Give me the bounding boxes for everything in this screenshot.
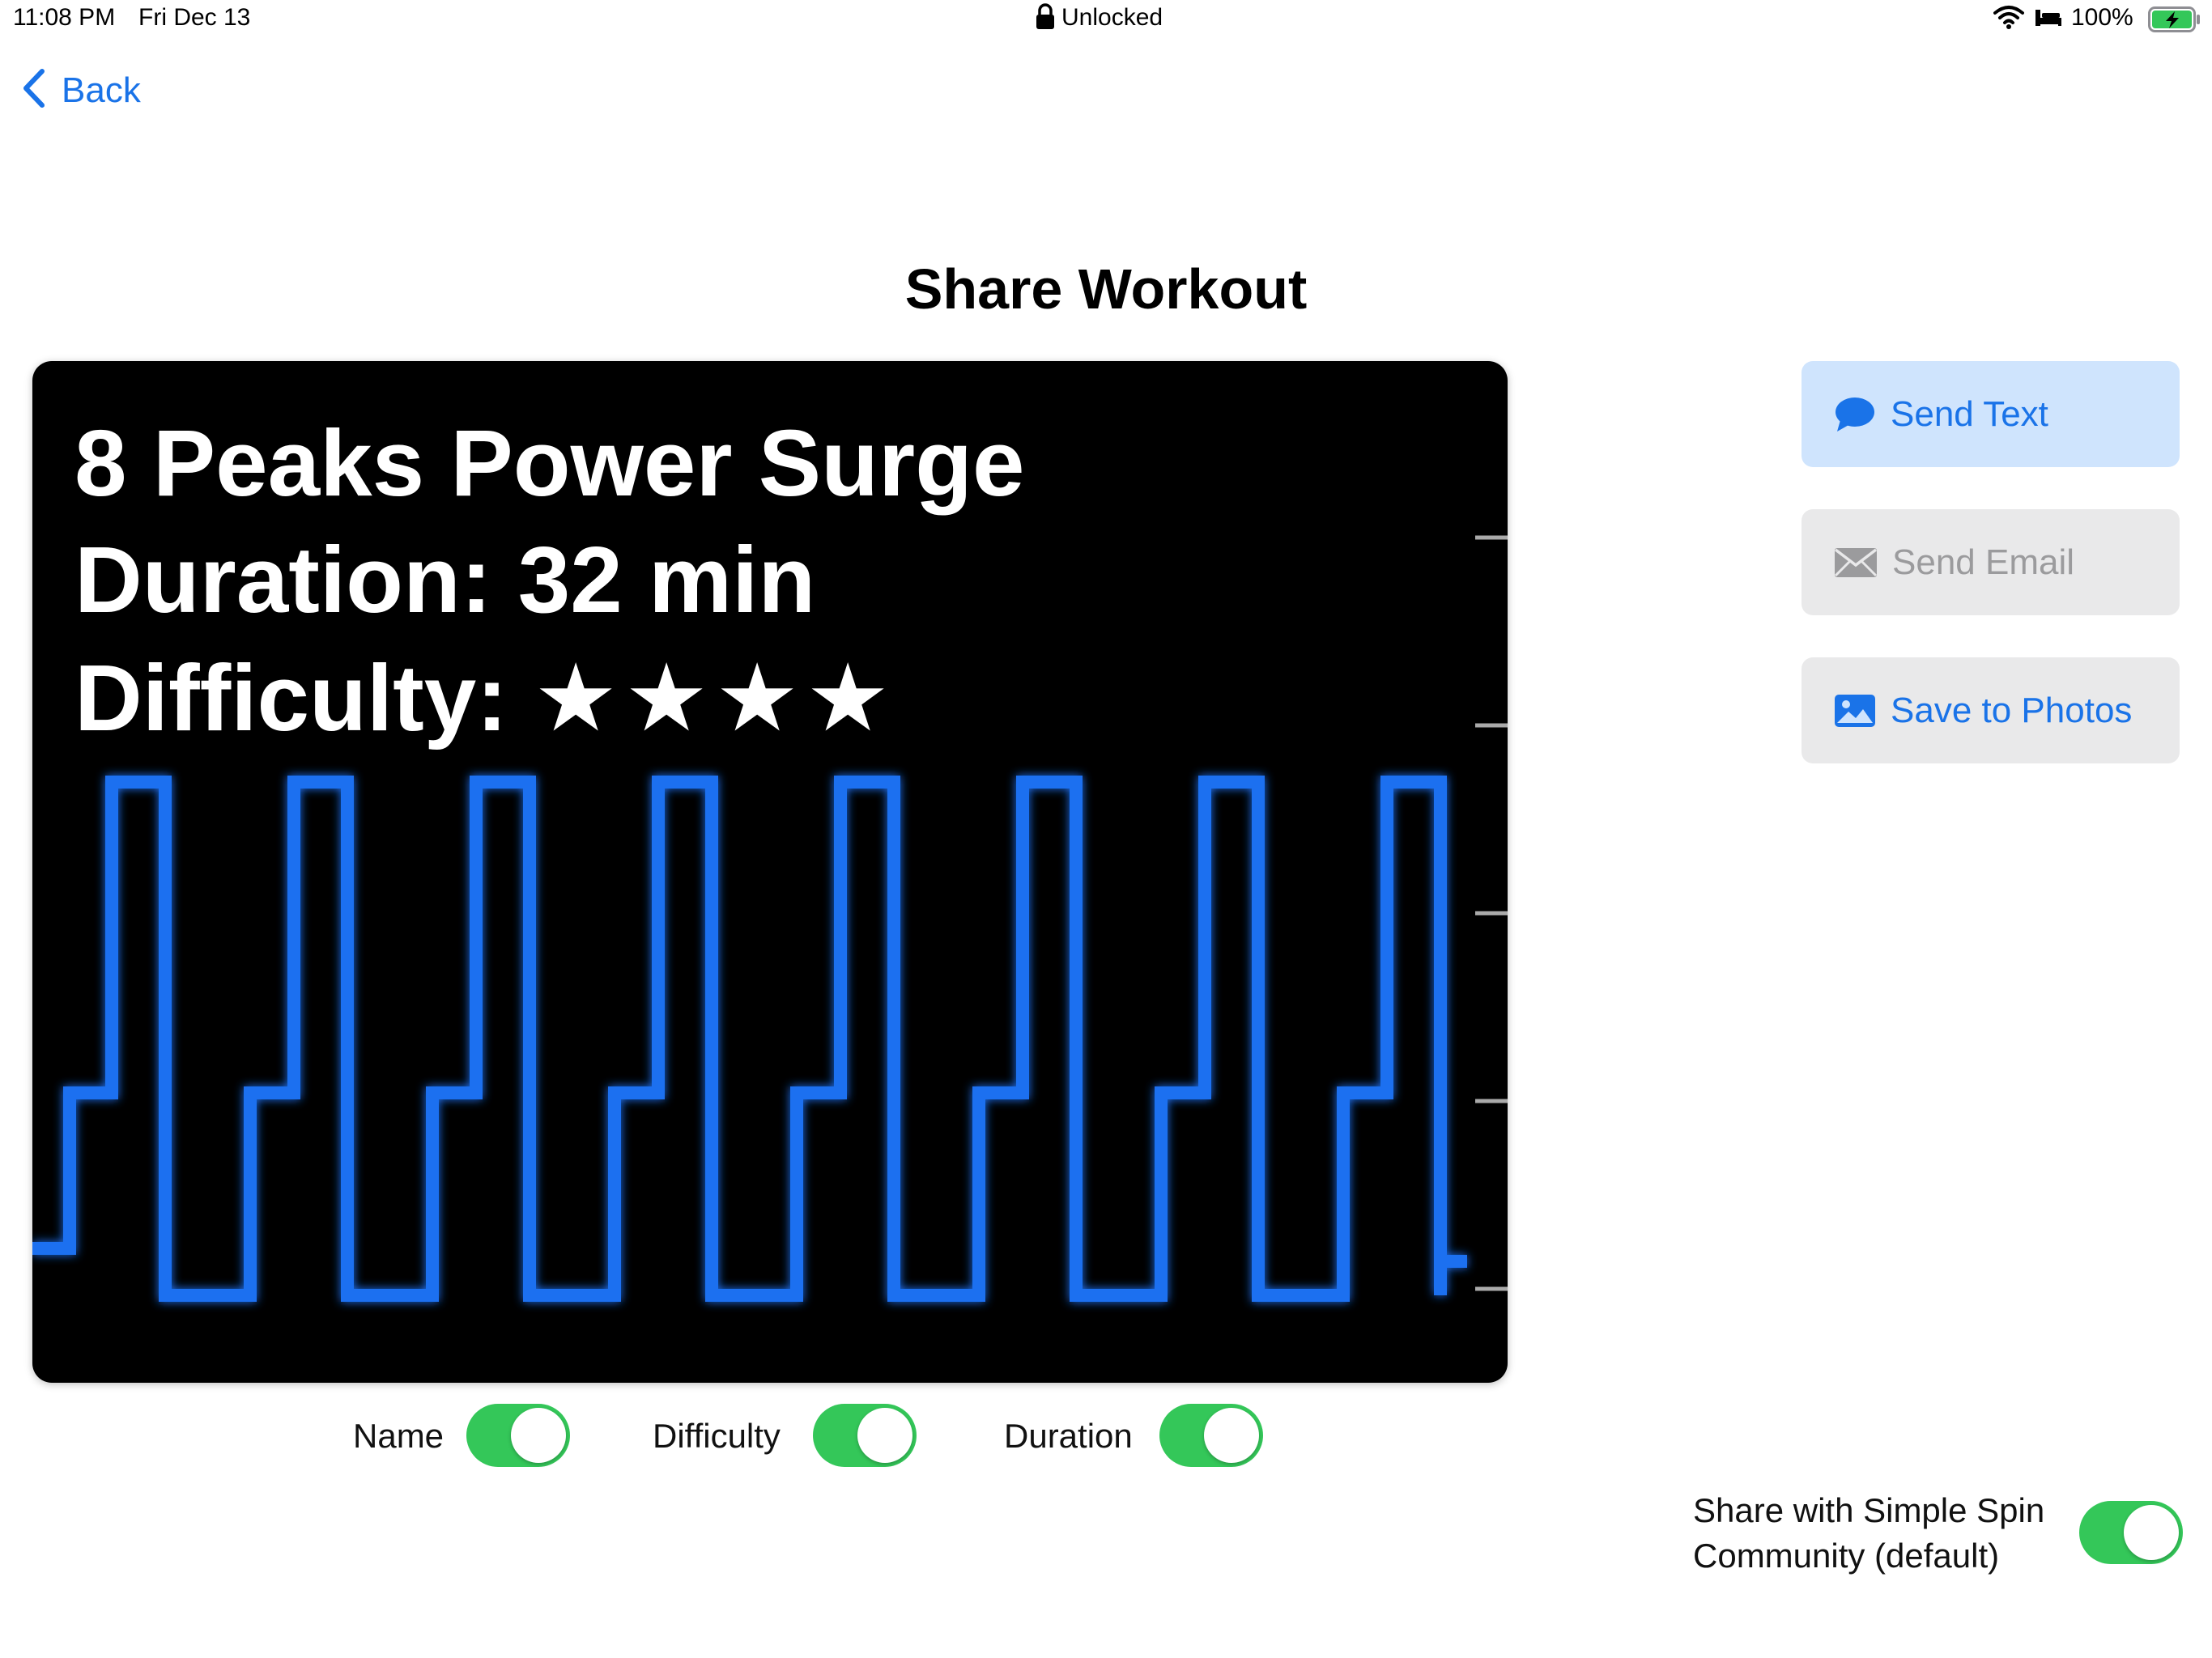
send-text-button[interactable]: Send Text	[1802, 361, 2180, 467]
photo-icon	[1834, 694, 1876, 728]
duration-toggle-label: Duration	[1004, 1417, 1133, 1455]
name-toggle[interactable]	[466, 1404, 570, 1467]
sleep-mode-icon	[2034, 6, 2063, 32]
status-time: 11:08 PM	[13, 4, 116, 31]
preview-difficulty-label: Difficulty:	[74, 645, 508, 750]
difficulty-toggle-label: Difficulty	[653, 1417, 781, 1455]
toggle-knob	[857, 1408, 912, 1463]
community-share-label: Share with Simple Spin Community (defaul…	[1693, 1488, 2082, 1579]
chevron-left-icon	[21, 68, 45, 113]
preview-workout-name: 8 Peaks Power Surge	[74, 410, 1025, 516]
community-share-line-1: Share with Simple Spin	[1693, 1491, 2045, 1529]
battery-percentage: 100%	[2071, 4, 2133, 31]
toggle-knob	[2124, 1505, 2179, 1560]
status-date: Fri Dec 13	[138, 4, 251, 31]
lock-icon	[1035, 3, 1056, 35]
back-label: Back	[62, 70, 141, 110]
send-text-label: Send Text	[1891, 393, 2048, 434]
message-bubble-icon	[1834, 396, 1876, 433]
lock-status-label: Unlocked	[1061, 4, 1163, 31]
duration-toggle[interactable]	[1159, 1404, 1263, 1467]
community-share-line-2: Community (default)	[1693, 1537, 2000, 1575]
community-share-toggle[interactable]	[2079, 1501, 2183, 1564]
difficulty-stars: ★★★★	[534, 645, 897, 750]
battery-charging-icon	[2148, 6, 2201, 36]
save-to-photos-button[interactable]: Save to Photos	[1802, 657, 2180, 763]
difficulty-toggle[interactable]	[813, 1404, 917, 1467]
name-toggle-label: Name	[353, 1417, 445, 1455]
toggle-knob	[1204, 1408, 1259, 1463]
save-to-photos-label: Save to Photos	[1891, 690, 2133, 730]
workout-power-line	[32, 776, 1467, 1302]
page-title: Share Workout	[904, 257, 1308, 321]
wifi-icon	[1993, 5, 2024, 33]
send-email-label: Send Email	[1892, 542, 2075, 582]
preview-difficulty: Difficulty: ★★★★	[74, 651, 896, 745]
envelope-icon	[1834, 547, 1878, 578]
send-email-button[interactable]: Send Email	[1802, 509, 2180, 615]
toggle-knob	[511, 1408, 566, 1463]
workout-preview-card: 8 Peaks Power Surge Duration: 32 min Dif…	[32, 361, 1508, 1383]
preview-duration: Duration: 32 min	[74, 527, 816, 632]
back-button[interactable]: Back	[21, 68, 141, 113]
